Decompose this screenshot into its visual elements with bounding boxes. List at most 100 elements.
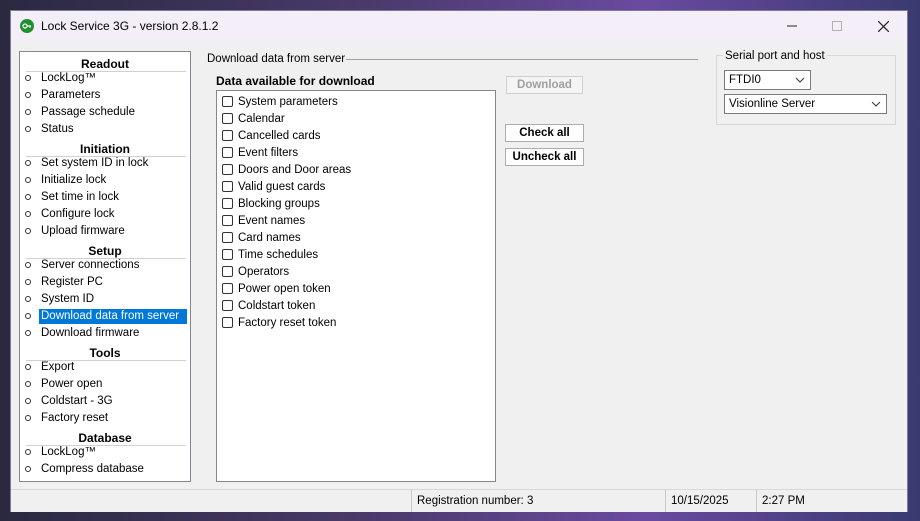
bullet-icon <box>25 126 31 132</box>
checkbox-row[interactable]: Power open token <box>222 281 331 296</box>
bullet-icon <box>25 92 31 98</box>
checkbox[interactable] <box>222 181 233 192</box>
checkbox-row[interactable]: Coldstart token <box>222 298 315 313</box>
checkbox-label: Doors and Door areas <box>238 163 352 176</box>
checkbox-row[interactable]: Operators <box>222 264 289 279</box>
status-bar: Registration number: 3 10/15/2025 2:27 P… <box>11 489 907 512</box>
time-status: 2:27 PM <box>756 490 907 512</box>
nav-item-parameters[interactable]: Parameters <box>39 88 104 103</box>
nav-item-set-system-id[interactable]: Set system ID in lock <box>39 156 152 171</box>
nav-item-download-data[interactable]: Download data from server <box>39 309 187 324</box>
checkbox[interactable] <box>222 249 233 260</box>
serial-group-title: Serial port and host <box>723 50 827 62</box>
bullet-icon <box>25 415 31 421</box>
checkbox-row[interactable]: Time schedules <box>222 247 318 262</box>
bullet-icon <box>25 466 31 472</box>
nav-item-download-firmware[interactable]: Download firmware <box>39 326 143 341</box>
nav-item-db-locklog[interactable]: LockLog™ <box>39 445 100 460</box>
nav-item-set-time[interactable]: Set time in lock <box>39 190 123 205</box>
checkbox-label: Coldstart token <box>238 299 316 312</box>
bullet-icon <box>25 330 31 336</box>
checkbox[interactable] <box>222 300 233 311</box>
checkbox-row[interactable]: Factory reset token <box>222 315 336 330</box>
bullet-icon <box>25 398 31 404</box>
checkbox-label: Event filters <box>238 146 299 159</box>
section-title: Download data from server <box>207 53 346 65</box>
group-readout: Readout <box>81 57 129 71</box>
group-initiation: Initiation <box>80 142 130 156</box>
uncheck-all-button[interactable]: Uncheck all <box>505 148 584 166</box>
bullet-icon <box>25 109 31 115</box>
checkbox-row[interactable]: Event filters <box>222 145 298 160</box>
nav-item-configure-lock[interactable]: Configure lock <box>39 207 119 222</box>
function-tree: Readout LockLog™ Parameters Passage sche… <box>19 51 191 482</box>
bullet-icon <box>25 228 31 234</box>
chevron-down-icon <box>795 77 805 83</box>
checkbox-row[interactable]: Event names <box>222 213 305 228</box>
checkbox[interactable] <box>222 96 233 107</box>
checkbox[interactable] <box>222 164 233 175</box>
nav-item-compress-database[interactable]: Compress database <box>39 462 148 477</box>
bullet-icon <box>25 262 31 268</box>
bullet-icon <box>25 75 31 81</box>
nav-item-system-id[interactable]: System ID <box>39 292 98 307</box>
title-bar[interactable]: Lock Service 3G - version 2.8.1.2 <box>11 11 907 41</box>
checkbox-label: Factory reset token <box>238 316 337 329</box>
checkbox-row[interactable]: Cancelled cards <box>222 128 320 143</box>
bullet-icon <box>25 364 31 370</box>
host-select[interactable]: Visionline Server <box>724 94 887 114</box>
checkbox[interactable] <box>222 232 233 243</box>
group-tools: Tools <box>89 346 121 360</box>
bullet-icon <box>25 194 31 200</box>
checkbox[interactable] <box>222 113 233 124</box>
checkbox-label: Operators <box>238 265 290 278</box>
nav-item-factory-reset[interactable]: Factory reset <box>39 411 112 426</box>
checkbox[interactable] <box>222 198 233 209</box>
nav-item-initialize-lock[interactable]: Initialize lock <box>39 173 110 188</box>
chevron-down-icon <box>871 101 881 107</box>
nav-item-power-open[interactable]: Power open <box>39 377 106 392</box>
group-database: Database <box>78 431 132 445</box>
checkbox-label: Cancelled cards <box>238 129 321 142</box>
checkbox-label: Blocking groups <box>238 197 320 210</box>
bullet-icon <box>25 279 31 285</box>
checkbox[interactable] <box>222 283 233 294</box>
checkbox-row[interactable]: Calendar <box>222 111 285 126</box>
maximize-icon <box>832 21 842 31</box>
nav-item-status[interactable]: Status <box>39 122 78 137</box>
minimize-button[interactable] <box>769 11 815 41</box>
checkbox-row[interactable]: Card names <box>222 230 301 245</box>
checkbox[interactable] <box>222 266 233 277</box>
close-button[interactable] <box>860 11 906 41</box>
checkbox-row[interactable]: Valid guest cards <box>222 179 325 194</box>
nav-item-locklog[interactable]: LockLog™ <box>39 71 100 86</box>
nav-item-server-connections[interactable]: Server connections <box>39 258 143 273</box>
checkbox-label: Time schedules <box>238 248 319 261</box>
key-icon <box>20 19 34 33</box>
checkbox[interactable] <box>222 215 233 226</box>
download-button[interactable]: Download <box>506 76 583 94</box>
registration-status: Registration number: 3 <box>411 490 665 512</box>
checkbox-row[interactable]: Blocking groups <box>222 196 320 211</box>
bullet-icon <box>25 381 31 387</box>
checkbox[interactable] <box>222 130 233 141</box>
check-all-button[interactable]: Check all <box>505 124 584 142</box>
nav-item-coldstart[interactable]: Coldstart - 3G <box>39 394 117 409</box>
checkbox[interactable] <box>222 147 233 158</box>
nav-item-upload-firmware[interactable]: Upload firmware <box>39 224 129 239</box>
download-items-list[interactable]: System parameters Calendar Cancelled car… <box>216 90 496 482</box>
checkbox[interactable] <box>222 317 233 328</box>
section-divider <box>346 59 698 60</box>
checkbox-label: Event names <box>238 214 306 227</box>
nav-item-passage-schedule[interactable]: Passage schedule <box>39 105 139 120</box>
nav-item-register-pc[interactable]: Register PC <box>39 275 107 290</box>
nav-item-export[interactable]: Export <box>39 360 78 375</box>
checkbox-row[interactable]: Doors and Door areas <box>222 162 351 177</box>
bullet-icon <box>25 313 31 319</box>
maximize-button[interactable] <box>814 11 860 41</box>
minimize-icon <box>787 25 797 27</box>
port-select[interactable]: FTDI0 <box>724 70 811 90</box>
checkbox-label: Valid guest cards <box>238 180 326 193</box>
checkbox-row[interactable]: System parameters <box>222 94 338 109</box>
group-setup: Setup <box>88 244 122 258</box>
